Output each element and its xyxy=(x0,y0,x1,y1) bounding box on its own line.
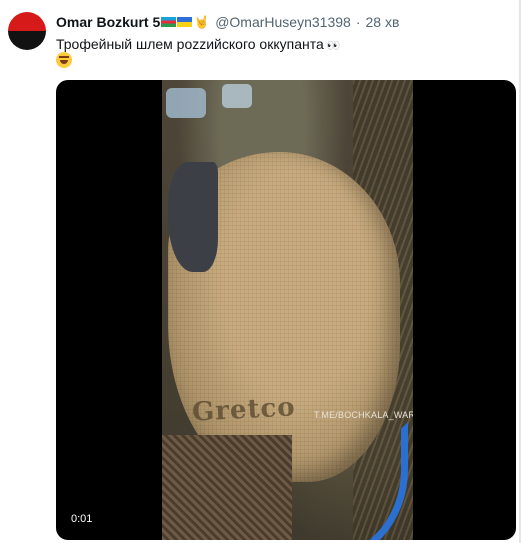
avatar[interactable] xyxy=(8,12,46,50)
video-elapsed-time: 0:01 xyxy=(66,512,98,526)
tweet-header: Omar Bozkurt 5 🤘 @OmarHuseyn31398 · 28 х… xyxy=(56,12,399,32)
flag-azerbaijan-icon xyxy=(161,17,177,27)
video-player[interactable]: Gretco T.ME/BOCHKALA_WAR 0:01 xyxy=(56,80,516,540)
video-frame[interactable]: Gretco T.ME/BOCHKALA_WAR xyxy=(162,80,413,540)
tweet-timestamp[interactable]: 28 хв xyxy=(366,14,400,30)
helmet-torn-area xyxy=(168,162,218,272)
author-name[interactable]: Omar Bozkurt 5 xyxy=(56,14,160,30)
avatar-black-half xyxy=(8,31,46,50)
helmet-blue-rim xyxy=(274,422,408,540)
helmet-stamp: Gretco xyxy=(191,392,297,428)
rolling-laughing-icon xyxy=(56,52,72,68)
debris-shape xyxy=(222,84,252,108)
author-handle[interactable]: @OmarHuseyn31398 xyxy=(215,14,351,30)
helmet-mesh-lining xyxy=(162,435,292,540)
avatar-red-half xyxy=(8,12,46,31)
eyes-icon: 👀 xyxy=(326,40,341,52)
video-watermark: T.ME/BOCHKALA_WAR xyxy=(314,410,413,420)
tweet-text-body: Трофейный шлем роzzийского оккупанта xyxy=(56,36,324,52)
debris-shape xyxy=(166,88,206,118)
flag-ukraine-icon xyxy=(177,17,193,27)
tweet-text: Трофейный шлем роzzийского оккупанта 👀 xyxy=(56,35,340,55)
separator-dot: · xyxy=(355,14,361,30)
sign-of-horns-icon: 🤘 xyxy=(194,15,210,29)
